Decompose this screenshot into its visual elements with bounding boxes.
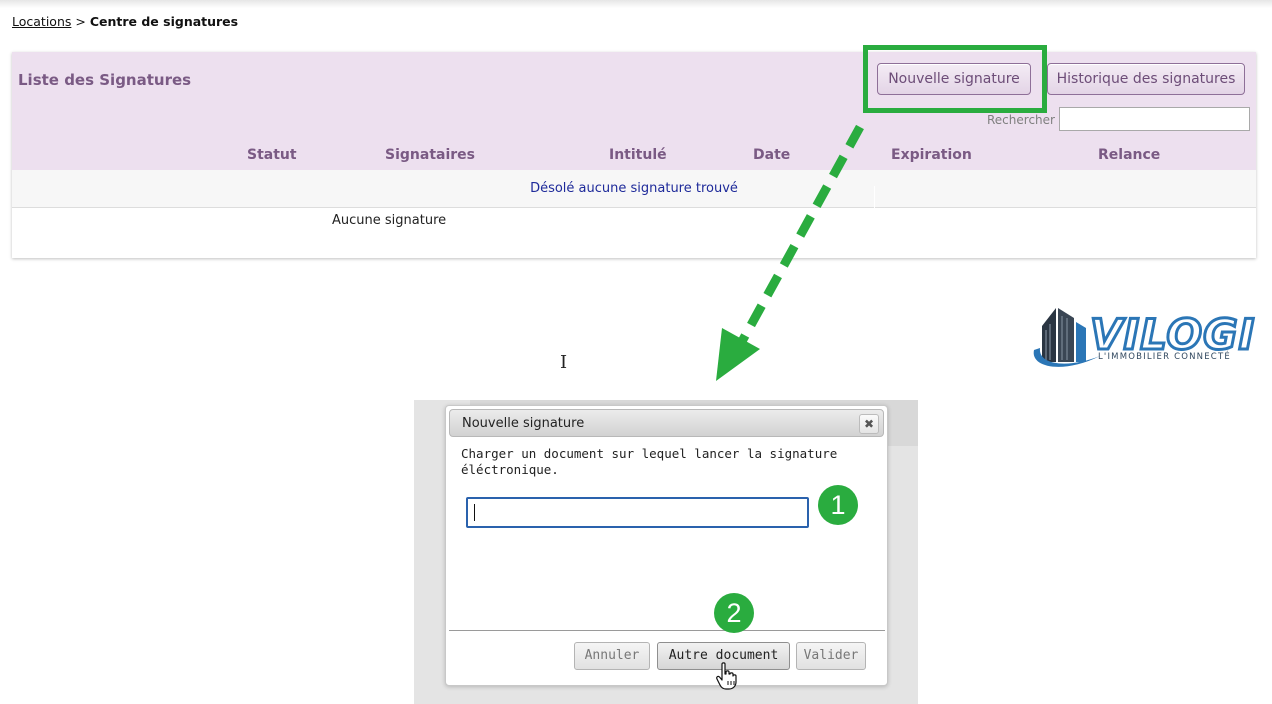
step-badge-2: 2 (714, 593, 754, 633)
search-input[interactable] (1059, 107, 1250, 131)
column-divider (874, 186, 875, 208)
text-caret (474, 504, 475, 521)
dialog-message: Charger un document sur lequel lancer la… (461, 446, 838, 477)
column-header-expiration[interactable]: Expiration (891, 147, 972, 163)
highlight-box-new-signature (863, 45, 1047, 113)
screen: Locations > Centre de signatures Liste d… (0, 0, 1272, 704)
signatures-panel: Liste des Signatures Nouvelle signature … (12, 52, 1256, 258)
vilogi-logo: VILOGI L'IMMOBILIER CONNECTÉ (1028, 304, 1258, 376)
dialog-titlebar[interactable]: Nouvelle signature ✖ (449, 409, 884, 437)
column-header-statut[interactable]: Statut (247, 147, 297, 163)
column-header-intitule[interactable]: Intitulé (609, 147, 667, 163)
table-empty-row: Désolé aucune signature trouvé (12, 170, 1256, 208)
column-header-signataires[interactable]: Signataires (385, 147, 475, 163)
close-icon[interactable]: ✖ (859, 414, 879, 434)
document-input[interactable] (466, 497, 809, 528)
logo-tagline: L'IMMOBILIER CONNECTÉ (1098, 352, 1231, 362)
hand-pointer-icon (716, 662, 737, 690)
panel-header: Liste des Signatures Nouvelle signature … (12, 52, 1256, 170)
top-shadow-bar (0, 0, 1272, 8)
text-cursor-icon: I (560, 352, 568, 373)
panel-title: Liste des Signatures (18, 71, 192, 89)
empty-table-message: Désolé aucune signature trouvé (530, 181, 738, 196)
breadcrumb-link-locations[interactable]: Locations (12, 14, 71, 29)
step-badge-1: 1 (818, 485, 858, 525)
dialog-title: Nouvelle signature (462, 416, 585, 431)
dialog-separator (449, 630, 885, 631)
new-signature-dialog: Nouvelle signature ✖ Charger un document… (445, 405, 888, 686)
column-header-date[interactable]: Date (753, 147, 790, 163)
column-header-relance[interactable]: Relance (1098, 147, 1160, 163)
no-signature-text: Aucune signature (332, 213, 447, 228)
search-label: Rechercher (987, 113, 1055, 127)
cancel-button[interactable]: Annuler (574, 642, 650, 670)
validate-button[interactable]: Valider (796, 642, 866, 670)
breadcrumb-separator: > (75, 14, 86, 29)
breadcrumb: Locations > Centre de signatures (12, 14, 238, 29)
breadcrumb-current: Centre de signatures (89, 14, 239, 29)
signature-history-button[interactable]: Historique des signatures (1047, 63, 1245, 95)
